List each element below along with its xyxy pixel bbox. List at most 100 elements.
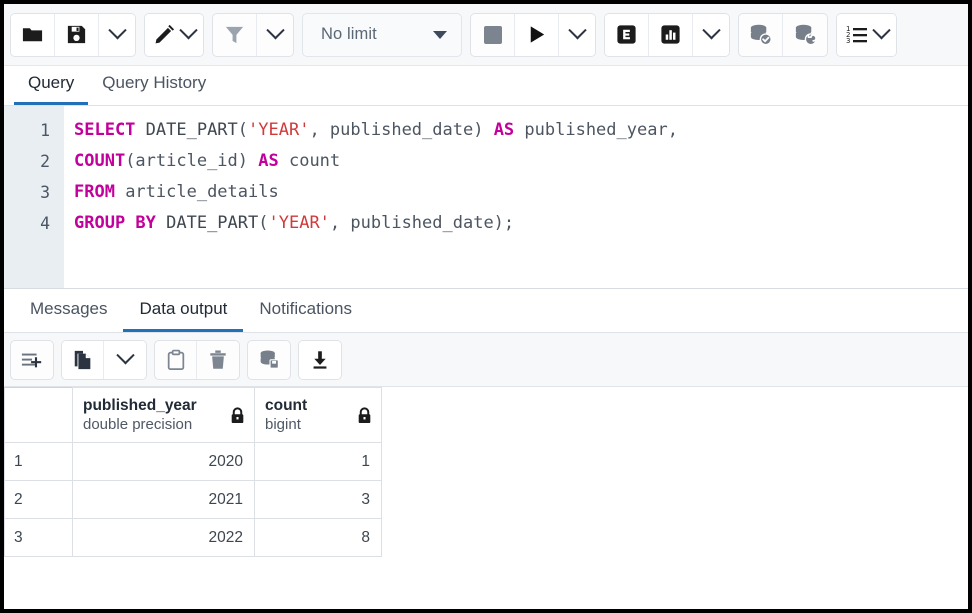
output-tab-bar: Messages Data output Notifications: [4, 289, 968, 333]
result-grid: published_year double precision count bi…: [4, 387, 382, 557]
macros-button[interactable]: 1 2 3: [837, 13, 896, 56]
result-grid-container[interactable]: published_year double precision count bi…: [4, 387, 968, 557]
filter-button[interactable]: [213, 13, 257, 56]
tab-query[interactable]: Query: [14, 69, 89, 105]
row-number: 1: [4, 442, 73, 481]
copy-dropdown-button[interactable]: [104, 340, 146, 379]
folder-icon: [22, 28, 43, 42]
line-number: 2: [40, 152, 50, 171]
sql-token: AS: [493, 120, 515, 140]
cell-published-year[interactable]: 2022: [72, 518, 255, 557]
row-limit-select[interactable]: No limit: [302, 12, 462, 57]
data-output-toolbar: [4, 333, 968, 387]
rownum-header: [4, 387, 73, 443]
sql-token: 'YEAR': [268, 213, 330, 233]
download-icon: [313, 350, 327, 369]
chevron-down-icon: [872, 21, 891, 40]
tab-query-history[interactable]: Query History: [88, 69, 220, 105]
sql-token: , published_date);: [329, 213, 515, 233]
transaction-button-group: [738, 12, 828, 57]
sql-token: COUNT: [74, 151, 126, 171]
stop-query-button[interactable]: [471, 13, 515, 56]
sql-token: 'YEAR': [248, 120, 310, 140]
explain-e-icon: [617, 25, 636, 44]
tab-notifications[interactable]: Notifications: [243, 295, 368, 332]
explain-analyze-button[interactable]: [649, 13, 693, 56]
triangle-down-icon: [433, 30, 447, 39]
sql-token: FROM: [74, 182, 115, 202]
filter-dropdown-button[interactable]: [257, 14, 293, 56]
open-file-button[interactable]: [11, 13, 55, 56]
add-row-button[interactable]: [11, 341, 53, 379]
save-file-button[interactable]: [55, 13, 99, 56]
sql-editor[interactable]: 1 2 3 4 SELECT DATE_PART('YEAR', publish…: [4, 106, 968, 289]
cell-count[interactable]: 3: [254, 480, 382, 519]
chevron-down-icon: [701, 21, 721, 40]
explain-dropdown-button[interactable]: [693, 13, 729, 56]
column-type: bigint: [265, 416, 301, 433]
copy-icon: [74, 350, 90, 369]
bar-chart-icon: [661, 25, 680, 44]
line-number-gutter: 1 2 3 4: [4, 106, 64, 288]
svg-text:3: 3: [846, 37, 850, 45]
pencil-icon: [155, 24, 175, 44]
delete-row-button[interactable]: [197, 341, 239, 379]
sql-line: FROM article_details: [74, 177, 968, 208]
paste-button[interactable]: [155, 340, 197, 379]
sql-line: COUNT(article_id) AS count: [74, 146, 968, 177]
numbered-list-icon: 1 2 3: [846, 25, 867, 45]
filter-button-group: [212, 12, 294, 57]
table-row[interactable]: 3 2022 8: [4, 518, 382, 557]
column-name: published_year: [83, 397, 197, 414]
column-header-published-year[interactable]: published_year double precision: [72, 387, 255, 443]
chevron-down-icon: [265, 21, 285, 40]
save-disk-icon: [67, 25, 86, 44]
cell-published-year[interactable]: 2021: [72, 480, 255, 519]
save-dropdown-button[interactable]: [99, 13, 135, 56]
cell-count[interactable]: 1: [254, 442, 382, 481]
execute-query-button[interactable]: [515, 13, 559, 56]
column-header-count[interactable]: count bigint: [254, 387, 382, 443]
save-data-changes-button[interactable]: [248, 341, 290, 379]
commit-button[interactable]: [739, 13, 783, 56]
rollback-button[interactable]: [783, 14, 827, 56]
tab-data-output[interactable]: Data output: [123, 295, 244, 332]
row-number: 2: [4, 480, 73, 519]
sql-token: article_details: [114, 182, 279, 202]
cell-published-year[interactable]: 2020: [72, 442, 255, 481]
lock-icon: [358, 406, 371, 423]
sql-code-text[interactable]: SELECT DATE_PART('YEAR', published_date)…: [64, 106, 968, 288]
tab-messages[interactable]: Messages: [14, 295, 123, 332]
sql-token: DATE_PART: [135, 120, 238, 140]
file-button-group: [10, 12, 136, 57]
explain-button-group: [604, 12, 730, 57]
database-undo-icon: [795, 24, 817, 46]
paste-delete-group: [154, 339, 240, 380]
table-row[interactable]: 1 2020 1: [4, 442, 382, 481]
line-number: 1: [40, 121, 50, 140]
execute-dropdown-button[interactable]: [559, 13, 595, 56]
sql-token: AS: [258, 151, 279, 171]
row-limit-value: No limit: [321, 25, 377, 43]
save-data-group: [247, 339, 291, 380]
add-row-group: [10, 339, 54, 380]
table-row[interactable]: 2 2021 3: [4, 480, 382, 519]
sql-token: , published_date): [309, 120, 494, 140]
download-csv-button[interactable]: [299, 340, 341, 379]
copy-button[interactable]: [62, 340, 104, 379]
chevron-down-icon: [115, 346, 135, 365]
line-number: 4: [40, 214, 50, 233]
database-check-icon: [750, 24, 772, 46]
trash-icon: [210, 349, 226, 369]
chevron-down-icon: [179, 21, 198, 40]
explain-button[interactable]: [605, 13, 649, 56]
edit-query-button[interactable]: [145, 13, 203, 56]
column-type: double precision: [83, 416, 193, 433]
sql-token: DATE_PART: [155, 213, 259, 233]
cell-count[interactable]: 8: [254, 518, 382, 557]
add-row-icon: [21, 353, 42, 367]
grid-header-row: published_year double precision count bi…: [4, 387, 382, 443]
execute-button-group: [470, 12, 596, 57]
download-group: [298, 339, 342, 380]
sql-token: (article_id): [125, 151, 259, 171]
